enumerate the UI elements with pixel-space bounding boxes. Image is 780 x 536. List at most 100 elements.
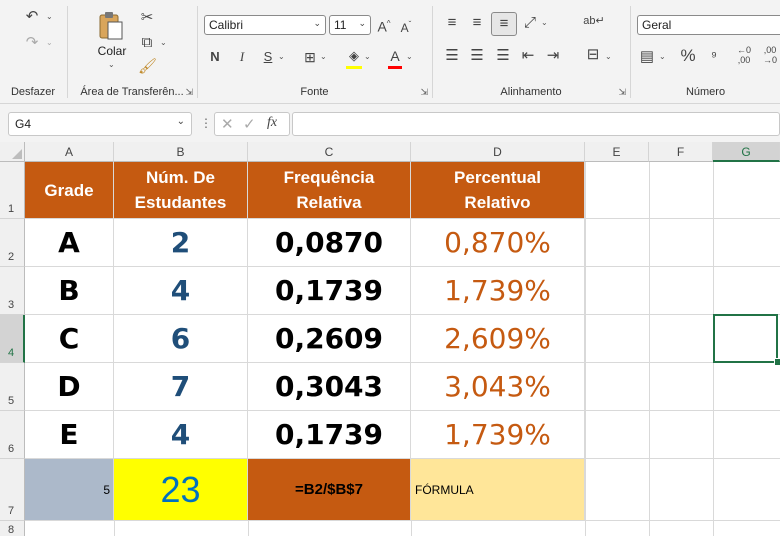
align-bottom-button[interactable]: ≡ — [491, 12, 517, 36]
select-all-corner[interactable] — [0, 142, 25, 162]
cell-a1[interactable]: Grade — [25, 162, 114, 219]
align-center-icon[interactable]: ☰ — [468, 47, 486, 65]
cell-a6[interactable]: E — [25, 411, 114, 459]
copy-dropdown-icon[interactable]: ⌄ — [160, 38, 167, 47]
align-left-icon[interactable]: ☰ — [443, 47, 461, 65]
cell-b6[interactable]: 4 — [114, 411, 248, 459]
column-header-e[interactable]: E — [585, 142, 649, 162]
cell-c1[interactable]: Frequência Relativa — [248, 162, 411, 219]
row-header-4[interactable]: 4 — [0, 315, 25, 363]
orientation-icon[interactable]: ⤢ — [521, 14, 539, 32]
fill-color-icon[interactable]: ◈ — [346, 47, 362, 65]
cell-d6[interactable]: 1,739% — [411, 411, 585, 459]
cell-d4[interactable]: 2,609% — [411, 315, 585, 363]
cell-d1[interactable]: Percentual Relativo — [411, 162, 585, 219]
cell-b5[interactable]: 7 — [114, 363, 248, 411]
fill-color-dropdown-icon[interactable]: ⌄ — [364, 52, 371, 61]
cell-d2[interactable]: 0,870% — [411, 219, 585, 267]
redo-icon[interactable]: ↷ — [22, 34, 42, 52]
increase-decimal-icon[interactable]: ←0,00 — [733, 45, 755, 65]
active-cell-g4[interactable] — [713, 314, 778, 363]
font-color-icon[interactable]: A — [388, 47, 402, 65]
font-launcher-icon[interactable]: ⇲ — [420, 87, 428, 98]
cell-c2[interactable]: 0,0870 — [248, 219, 411, 267]
redo-dropdown-icon[interactable]: ⌄ — [46, 38, 53, 47]
align-right-icon[interactable]: ☰ — [494, 47, 512, 65]
format-painter-icon[interactable]: 🖌 — [138, 58, 157, 76]
cell-c6[interactable]: 0,1739 — [248, 411, 411, 459]
cell-c5[interactable]: 0,3043 — [248, 363, 411, 411]
cell-d7[interactable]: FÓRMULA — [411, 459, 585, 521]
cut-icon[interactable]: ✂ — [138, 9, 156, 27]
cell-b7[interactable]: 23 — [114, 459, 248, 521]
name-box[interactable]: G4 ⌄ — [8, 112, 192, 136]
borders-dropdown-icon[interactable]: ⌄ — [320, 52, 327, 61]
column-header-c[interactable]: C — [248, 142, 411, 162]
number-format-combo[interactable]: Geral — [637, 15, 780, 35]
align-middle-icon[interactable]: ≡ — [468, 14, 486, 32]
underline-button[interactable]: S — [261, 48, 275, 66]
column-header-b[interactable]: B — [114, 142, 248, 162]
increase-indent-icon[interactable]: ⇥ — [544, 47, 562, 65]
row-header-5[interactable]: 5 — [0, 363, 25, 411]
percent-style-button[interactable]: % — [679, 47, 697, 65]
column-header-f[interactable]: F — [649, 142, 713, 162]
cell-b3[interactable]: 4 — [114, 267, 248, 315]
cell-b1[interactable]: Núm. De Estudantes — [114, 162, 248, 219]
italic-button[interactable]: I — [235, 48, 249, 66]
cell-a3[interactable]: B — [25, 267, 114, 315]
decrease-indent-icon[interactable]: ⇤ — [519, 47, 537, 65]
font-name-combo[interactable]: Calibri ⌄ — [204, 15, 326, 35]
alignment-launcher-icon[interactable]: ⇲ — [618, 87, 626, 98]
cell-c3[interactable]: 0,1739 — [248, 267, 411, 315]
cell-c4[interactable]: 0,2609 — [248, 315, 411, 363]
increase-font-icon[interactable]: A^ — [376, 15, 392, 36]
undo-dropdown-icon[interactable]: ⌄ — [46, 12, 53, 21]
bold-button[interactable]: N — [208, 48, 222, 66]
accounting-dropdown-icon[interactable]: ⌄ — [659, 52, 666, 61]
align-top-icon[interactable]: ≡ — [443, 14, 461, 32]
comma-style-icon[interactable]: ⁹ — [705, 47, 723, 65]
merge-center-icon[interactable]: ⊟ — [583, 46, 603, 64]
decrease-font-icon[interactable]: Aˇ — [398, 16, 414, 37]
row-header-7[interactable]: 7 — [0, 459, 25, 521]
paste-button[interactable]: Colar ⌄ — [94, 8, 128, 69]
column-header-d[interactable]: D — [411, 142, 585, 162]
font-color-dropdown-icon[interactable]: ⌄ — [406, 52, 413, 61]
cell-a7[interactable]: 5 — [25, 459, 114, 521]
merge-dropdown-icon[interactable]: ⌄ — [605, 52, 612, 61]
cell-b4[interactable]: 6 — [114, 315, 248, 363]
cell-a2[interactable]: A — [25, 219, 114, 267]
row-header-8[interactable]: 8 — [0, 521, 25, 536]
font-size-combo[interactable]: 11 ⌄ — [329, 15, 371, 35]
column-header-a[interactable]: A — [25, 142, 114, 162]
enter-icon[interactable]: ✓ — [243, 115, 256, 133]
clipboard-launcher-icon[interactable]: ⇲ — [185, 87, 193, 98]
decrease-decimal-icon[interactable]: ,00 →0 — [759, 45, 780, 65]
cell-a5[interactable]: D — [25, 363, 114, 411]
orientation-dropdown-icon[interactable]: ⌄ — [541, 18, 548, 27]
borders-icon[interactable]: ⊞ — [302, 48, 318, 66]
row-number: 3 — [8, 299, 15, 311]
row-header-6[interactable]: 6 — [0, 411, 25, 459]
cell-a4[interactable]: C — [25, 315, 114, 363]
column-header-g[interactable]: G — [713, 142, 780, 162]
row-header-2[interactable]: 2 — [0, 219, 25, 267]
cell-c7[interactable]: =B2/$B$7 — [248, 459, 411, 521]
accounting-format-icon[interactable]: ▤ — [637, 48, 657, 66]
formula-input[interactable] — [292, 112, 780, 136]
row-header-3[interactable]: 3 — [0, 267, 25, 315]
cell-b2[interactable]: 2 — [114, 219, 248, 267]
cell-d5[interactable]: 3,043% — [411, 363, 585, 411]
cell-d3[interactable]: 1,739% — [411, 267, 585, 315]
underline-dropdown-icon[interactable]: ⌄ — [278, 52, 285, 61]
paste-dropdown-icon[interactable]: ⌄ — [108, 60, 115, 69]
row-header-1[interactable]: 1 — [0, 162, 25, 219]
wrap-text-icon[interactable]: ab↵ — [583, 12, 605, 30]
cancel-icon[interactable]: ✕ — [221, 115, 234, 133]
undo-icon[interactable]: ↶ — [22, 8, 42, 26]
insert-function-button[interactable]: fx — [267, 115, 277, 131]
more-options-icon[interactable]: ⋮ — [200, 116, 212, 130]
copy-icon[interactable]: ⧉ — [138, 34, 156, 52]
fill-handle[interactable] — [774, 358, 780, 366]
